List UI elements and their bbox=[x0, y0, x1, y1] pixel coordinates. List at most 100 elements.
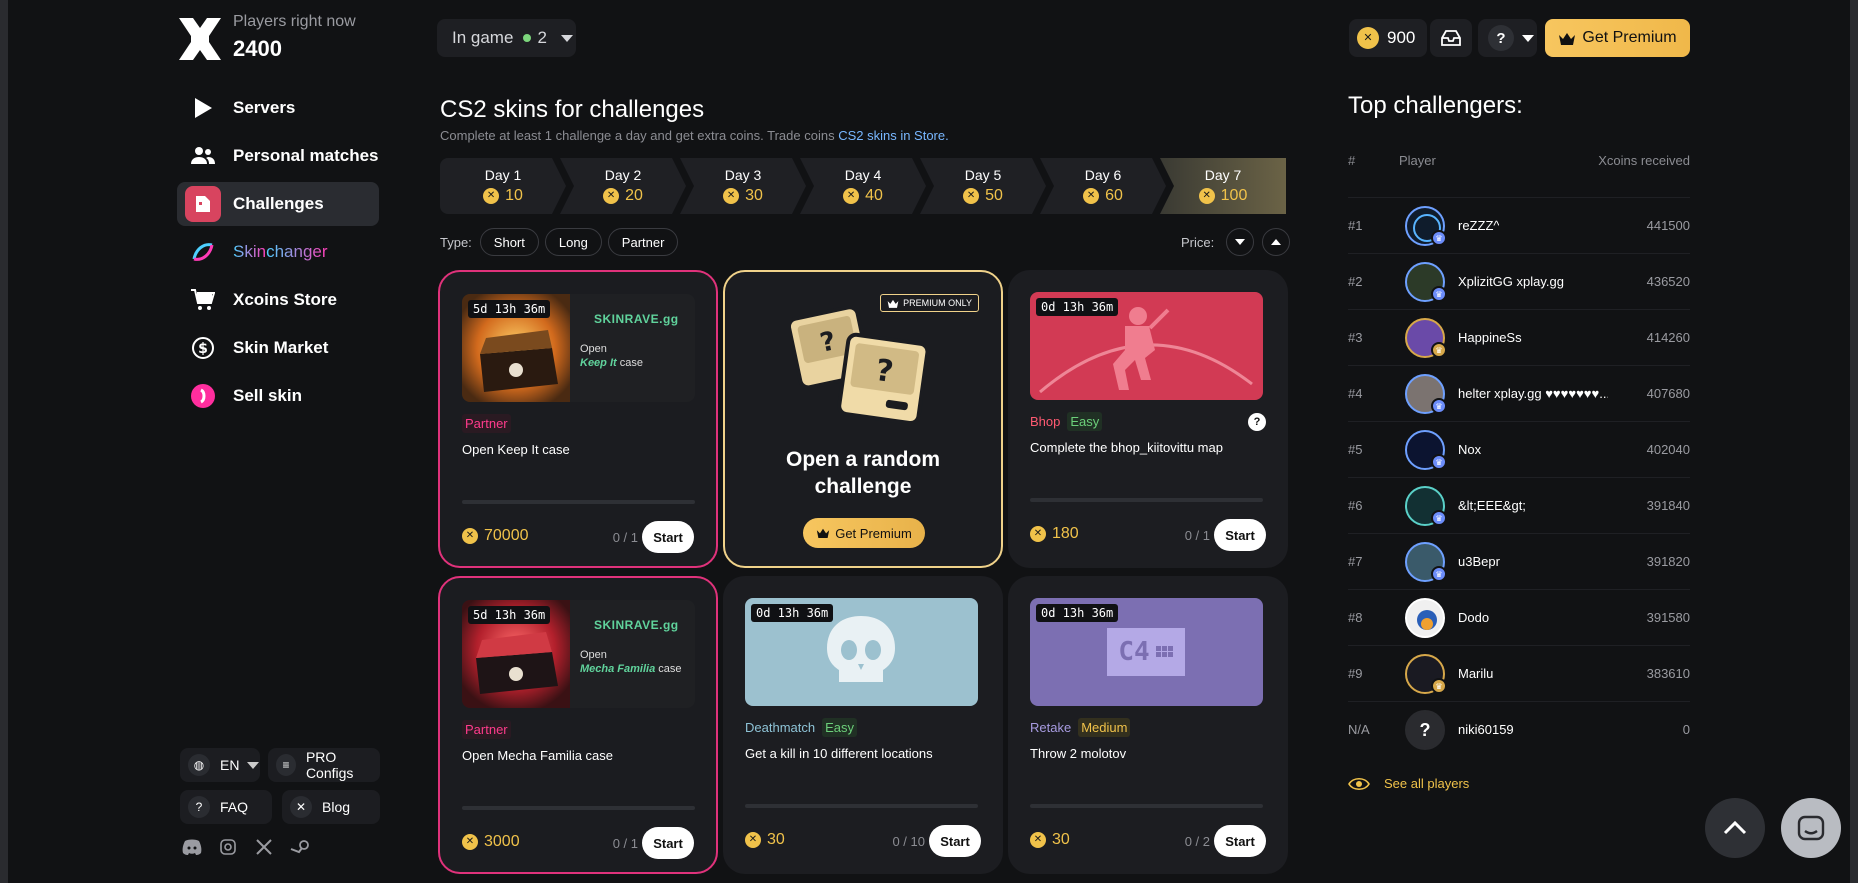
nav-item-sell-skin[interactable]: Sell skin bbox=[177, 374, 379, 418]
caret-down-icon bbox=[1235, 239, 1246, 245]
faq-button[interactable]: ? FAQ bbox=[180, 790, 272, 824]
nav-item-personal-matches[interactable]: Personal matches bbox=[177, 134, 379, 178]
row-rank: N/A bbox=[1348, 722, 1370, 737]
rank-badge-icon: ♛ bbox=[1431, 286, 1447, 302]
store-link[interactable]: CS2 skins in Store. bbox=[838, 128, 949, 143]
row-player-name: Nox bbox=[1458, 442, 1482, 457]
leaderboard-row[interactable]: #1 ♛ reZZZ^ 441500 bbox=[1348, 197, 1690, 253]
day-reward: 60 bbox=[1083, 187, 1123, 205]
crown-icon bbox=[1559, 32, 1576, 45]
sort-asc-button[interactable] bbox=[1262, 228, 1291, 256]
window-frame-left bbox=[0, 0, 8, 883]
language-value: EN bbox=[220, 757, 240, 773]
coin-icon bbox=[483, 188, 499, 204]
start-button[interactable]: Start bbox=[642, 827, 694, 859]
day-reward: 50 bbox=[963, 187, 1003, 205]
leaderboard-row[interactable]: #2 ♛ XplizitGG xplay.gg 436520 bbox=[1348, 253, 1690, 309]
steam-icon[interactable] bbox=[290, 837, 310, 857]
caption-item: Mecha Familia bbox=[580, 663, 656, 675]
see-all-players-link[interactable]: See all players bbox=[1348, 776, 1469, 791]
day-3: Day 3 30 bbox=[680, 158, 806, 214]
language-select[interactable]: ◍ EN bbox=[180, 748, 260, 782]
day-name: Day 3 bbox=[724, 167, 762, 183]
globe-icon: ◍ bbox=[188, 754, 210, 776]
reward-value: 3000 bbox=[484, 833, 520, 850]
blog-button[interactable]: ✕ Blog bbox=[282, 790, 380, 824]
leaderboard-row[interactable]: #5 ♛ Nox 402040 bbox=[1348, 421, 1690, 477]
challenge-progress-bar bbox=[462, 500, 695, 504]
nav-label: Skin Market bbox=[233, 338, 329, 357]
nav-item-skinchanger[interactable]: Skin changer bbox=[177, 230, 379, 274]
open-case-caption: Open Mecha Familia case bbox=[580, 648, 682, 676]
logo-icon[interactable] bbox=[179, 18, 221, 60]
nav-label: Personal matches bbox=[233, 146, 379, 165]
coin-icon bbox=[1030, 832, 1046, 848]
leaderboard-row-self[interactable]: N/A ? niki60159 0 bbox=[1348, 701, 1690, 757]
pro-configs-button[interactable]: ≡ PRO Configs bbox=[268, 748, 380, 782]
reward-value: 180 bbox=[1052, 525, 1079, 542]
day-reward-value: 50 bbox=[985, 187, 1003, 204]
nav-item-skin-market[interactable]: $ Skin Market bbox=[177, 326, 379, 370]
inbox-button[interactable] bbox=[1430, 19, 1472, 57]
leaderboard-row[interactable]: #3 ♛ HappineSs 414260 bbox=[1348, 309, 1690, 365]
nav-item-xcoins-store[interactable]: Xcoins Store bbox=[177, 278, 379, 322]
challenge-card-bhop[interactable]: 0d 13h 36m Bhop Easy ? Complete the bhop… bbox=[1008, 270, 1288, 568]
filter-short[interactable]: Short bbox=[479, 228, 539, 256]
nav-item-challenges[interactable]: Challenges bbox=[177, 182, 379, 226]
challenge-card-retake[interactable]: C4 0d 13h 36m Retake Medium Throw 2 molo… bbox=[1008, 576, 1288, 874]
discord-icon[interactable] bbox=[182, 837, 202, 857]
leaderboard-row[interactable]: #6 ♛ &lt;EEE&gt; 391840 bbox=[1348, 477, 1690, 533]
row-value: 391840 bbox=[1646, 498, 1690, 513]
nav-label: Challenges bbox=[233, 194, 324, 213]
header-rank: # bbox=[1348, 153, 1356, 168]
day-name: Day 4 bbox=[844, 167, 882, 183]
leaderboard-row[interactable]: #7 ♛ u3Bepr 391820 bbox=[1348, 533, 1690, 589]
help-icon[interactable]: ? bbox=[1248, 413, 1266, 431]
chevron-down-icon bbox=[247, 761, 260, 769]
start-button[interactable]: Start bbox=[929, 825, 981, 857]
leaderboard-row[interactable]: #8 Dodo 391580 bbox=[1348, 589, 1690, 645]
filter-long[interactable]: Long bbox=[544, 228, 602, 256]
filter-partner[interactable]: Partner bbox=[607, 228, 679, 256]
tag-retake: Retake bbox=[1030, 720, 1072, 735]
leaderboard-row[interactable]: #4 ♛ helter xplay.gg ♥♥♥♥♥♥♥... 407680 bbox=[1348, 365, 1690, 421]
start-button[interactable]: Start bbox=[1214, 519, 1266, 551]
get-premium-button[interactable]: Get Premium bbox=[1545, 19, 1690, 57]
leaderboard-row[interactable]: #9 ♛ Marilu 383610 bbox=[1348, 645, 1690, 701]
premium-random-challenge-card[interactable]: PREMIUM ONLY ? ? Open a random challenge … bbox=[723, 270, 1003, 568]
challenge-description: Open Keep It case bbox=[462, 442, 570, 457]
in-game-dropdown[interactable]: In game 2 bbox=[437, 19, 576, 57]
challenge-image: 0d 13h 36m bbox=[1030, 292, 1263, 400]
challenge-card-keep-it[interactable]: 5d 13h 36m SKINRAVE.gg Open Keep It case … bbox=[438, 270, 718, 568]
day-name: Day 6 bbox=[1084, 167, 1122, 183]
help-dropdown[interactable]: ? bbox=[1478, 19, 1537, 57]
support-chat-button[interactable] bbox=[1781, 798, 1841, 858]
instagram-icon[interactable] bbox=[218, 837, 238, 857]
page-title: CS2 skins for challenges bbox=[440, 96, 705, 123]
eye-icon bbox=[1348, 777, 1370, 790]
coins-value: 900 bbox=[1387, 28, 1416, 47]
challenge-card-mecha-familia[interactable]: 5d 13h 36m SKINRAVE.gg Open Mecha Familia… bbox=[438, 576, 718, 874]
blog-label: Blog bbox=[322, 799, 351, 815]
caption-open: Open bbox=[580, 649, 607, 661]
scroll-to-top-button[interactable] bbox=[1705, 798, 1765, 858]
challenge-card-deathmatch[interactable]: 0d 13h 36m Deathmatch Easy Get a kill in… bbox=[723, 576, 1003, 874]
day-6: Day 6 60 bbox=[1040, 158, 1166, 214]
in-game-label: In game bbox=[452, 28, 514, 47]
header-value: Xcoins received bbox=[1598, 153, 1690, 168]
day-reward-value: 10 bbox=[505, 187, 523, 204]
chevron-up-icon bbox=[1723, 821, 1747, 835]
dollar-icon: $ bbox=[185, 330, 221, 366]
start-button[interactable]: Start bbox=[642, 521, 694, 553]
x-icon[interactable] bbox=[254, 837, 274, 857]
price-sort: Price: bbox=[1181, 228, 1291, 256]
card-get-premium-button[interactable]: Get Premium bbox=[803, 518, 925, 548]
sort-desc-button[interactable] bbox=[1226, 228, 1255, 256]
challenge-timer: 5d 13h 36m bbox=[468, 606, 551, 624]
tag-easy: Easy bbox=[822, 718, 857, 737]
skinrave-logo: SKINRAVE.gg bbox=[594, 312, 679, 326]
nav-item-servers[interactable]: Servers bbox=[177, 86, 379, 130]
sliders-icon: ≡ bbox=[276, 754, 296, 776]
coins-balance[interactable]: 900 bbox=[1349, 19, 1427, 57]
start-button[interactable]: Start bbox=[1214, 825, 1266, 857]
